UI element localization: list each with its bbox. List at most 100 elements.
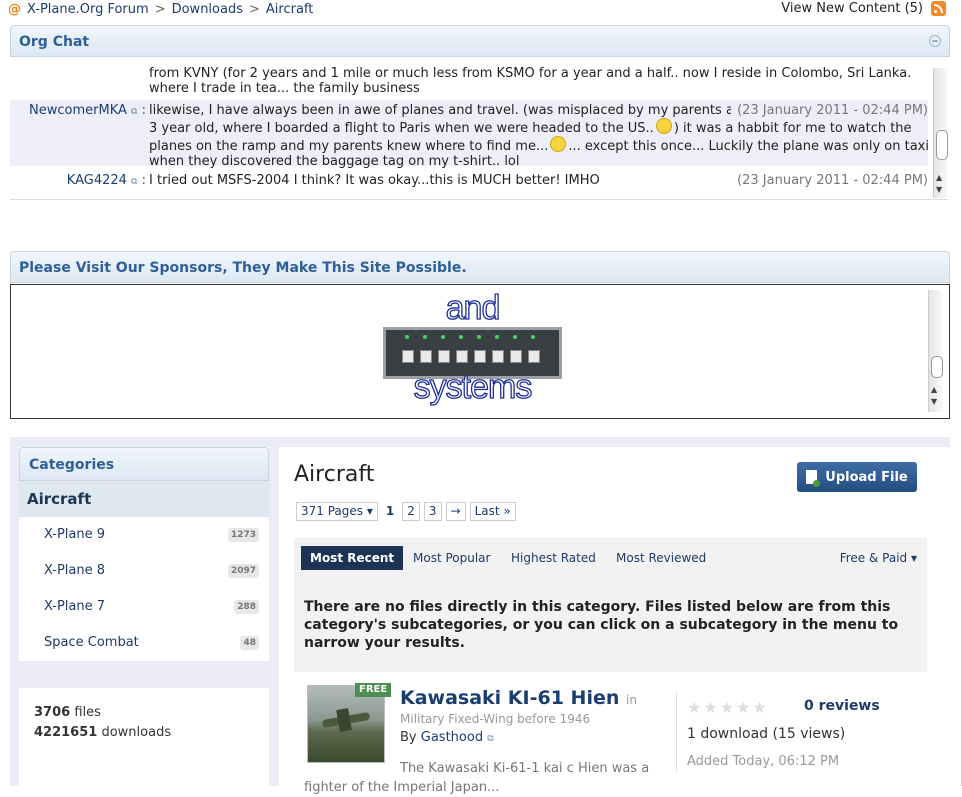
chat-message: NewcomerMKA ⧉ : likewise, I have always …: [10, 100, 929, 169]
sponsor-ad-box: and systems ▲ ▼: [10, 284, 950, 419]
chat-message: KAG4224 ⧉ : I tried out MSFS-2004 I thin…: [66, 173, 928, 188]
upload-file-button[interactable]: Upload File: [797, 462, 917, 492]
upload-icon: [806, 470, 821, 487]
plane-wing-shape: [336, 708, 352, 732]
price-filter-label: Free & Paid: [839, 551, 908, 565]
tab-most-recent[interactable]: Most Recent: [301, 546, 404, 570]
category-selected[interactable]: Aircraft: [19, 481, 269, 517]
categories-panel: Categories Aircraft X-Plane 9 1273 X-Plan…: [19, 447, 269, 661]
breadcrumb-aircraft-link[interactable]: Aircraft: [266, 2, 313, 17]
page-title: Aircraft: [294, 462, 375, 487]
grin-icon: [550, 136, 567, 152]
breadcrumb: @ X-Plane.Org Forum > Downloads > Aircra…: [8, 0, 313, 18]
file-description: The Kawasaki Ki-61-1 kai c Hien was a fi…: [304, 761, 650, 795]
total-downloads-label: downloads: [101, 725, 172, 740]
sponsors-header: Please Visit Our Sponsors, They Make Thi…: [10, 251, 950, 283]
category-label[interactable]: X-Plane 8: [44, 563, 105, 578]
chat-user-link[interactable]: NewcomerMKA: [29, 103, 127, 118]
breadcrumb-site-link[interactable]: X-Plane.Org Forum: [27, 2, 149, 17]
star-icon: ★: [752, 698, 767, 717]
external-link-icon: ⧉: [131, 107, 138, 117]
category-item[interactable]: Space Combat 48: [19, 625, 269, 661]
totals-panel: 3706 files 4221651 downloads: [19, 688, 269, 786]
page-count: 371 Pages: [301, 504, 364, 518]
review-count-link[interactable]: 0 reviews: [804, 698, 880, 714]
scroll-down-icon[interactable]: ▼: [931, 397, 937, 406]
page-current: 1: [381, 503, 399, 520]
chat-message-text: from KVNY (for 2 years and 1 mile or muc…: [149, 66, 912, 96]
next-page-button[interactable]: →: [445, 502, 466, 521]
category-count: 1273: [227, 528, 259, 542]
breadcrumb-separator: >: [154, 1, 166, 17]
tab-most-reviewed[interactable]: Most Reviewed: [616, 546, 706, 570]
org-chat-title: Org Chat: [19, 34, 90, 50]
rating-stars[interactable]: ★ ★ ★ ★ ★: [687, 698, 769, 717]
chat-scrollbar[interactable]: ▲ ▼: [933, 68, 948, 198]
chat-timestamp: (23 January 2011 - 02:44 PM): [737, 173, 928, 188]
category-label[interactable]: X-Plane 7: [44, 599, 105, 614]
star-icon: ★: [687, 698, 702, 717]
sponsor-scrollbar[interactable]: ▲ ▼: [928, 290, 943, 412]
scroll-up-icon[interactable]: ▲: [936, 173, 942, 182]
smiley-icon: [655, 118, 672, 134]
file-stats: ★ ★ ★ ★ ★ 0 reviews 1 download (15 views) Ad…: [676, 692, 937, 772]
scroll-down-icon[interactable]: ▼: [936, 185, 942, 194]
sponsor-ad-banner[interactable]: and systems: [381, 288, 564, 411]
star-icon: ★: [736, 698, 751, 717]
sort-tabs: Most Recent Most Popular Highest Rated M…: [294, 538, 927, 574]
external-link-icon: ⧉: [131, 177, 138, 187]
category-item[interactable]: X-Plane 9 1273: [19, 517, 269, 553]
category-item[interactable]: X-Plane 7 288: [19, 589, 269, 625]
category-label[interactable]: X-Plane 9: [44, 527, 105, 542]
file-category-link[interactable]: Military Fixed-Wing before 1946: [400, 712, 590, 726]
site-icon: @: [8, 1, 21, 17]
chat-message: from KVNY (for 2 years and 1 mile or muc…: [10, 66, 928, 98]
price-filter-dropdown[interactable]: Free & Paid ▾: [840, 546, 917, 570]
page-link[interactable]: 2: [402, 502, 420, 521]
ad-text-top: and: [445, 288, 501, 327]
rss-icon[interactable]: [931, 1, 946, 16]
page-link[interactable]: 3: [423, 502, 442, 521]
total-files-label: files: [74, 705, 101, 720]
file-author-line: By Gasthood ⧉: [400, 730, 494, 745]
org-chat-header: Org Chat: [10, 25, 950, 57]
ad-text-bottom: systems: [413, 367, 533, 406]
scroll-thumb[interactable]: [936, 130, 948, 160]
tab-most-popular[interactable]: Most Popular: [413, 546, 490, 570]
sponsors-title: Please Visit Our Sponsors, They Make Thi…: [19, 260, 467, 276]
category-item[interactable]: X-Plane 8 2097: [19, 553, 269, 589]
tab-highest-rated[interactable]: Highest Rated: [511, 546, 596, 570]
category-count: 288: [234, 600, 259, 614]
dropdown-icon: ▾: [910, 551, 917, 565]
chat-log: from KVNY (for 2 years and 1 mile or muc…: [10, 66, 948, 200]
page-jump-dropdown[interactable]: 371 Pages ▾: [296, 502, 378, 521]
category-label[interactable]: Space Combat: [44, 635, 139, 650]
main-content: Aircraft Upload File 371 Pages ▾ 1 2 3 →…: [279, 447, 950, 795]
download-count: 1 download (15 views): [687, 726, 846, 742]
dropdown-icon: ▾: [366, 504, 373, 518]
external-link-icon: ⧉: [487, 734, 494, 744]
total-downloads: 4221651: [34, 725, 98, 740]
view-new-content-link[interactable]: View New Content (5): [781, 1, 923, 16]
last-page-button[interactable]: Last »: [469, 502, 516, 521]
star-icon: ★: [719, 698, 735, 717]
view-new-content: View New Content (5): [781, 1, 946, 16]
chat-user-link[interactable]: KAG4224: [67, 173, 127, 188]
author-link[interactable]: Gasthood: [421, 730, 483, 745]
subcategory-notice: There are no files directly in this cate…: [294, 574, 927, 672]
scroll-thumb[interactable]: [931, 356, 943, 378]
collapse-icon[interactable]: [929, 35, 941, 47]
categories-header: Categories: [19, 447, 269, 481]
breadcrumb-downloads-link[interactable]: Downloads: [172, 2, 243, 17]
upload-label: Upload File: [825, 469, 908, 485]
by-label: By: [400, 730, 417, 745]
added-date: Added Today, 06:12 PM: [687, 754, 840, 769]
free-badge: FREE: [355, 683, 392, 697]
chat-timestamp: (23 January 2011 - 02:44 PM): [731, 103, 928, 118]
downloads-region: Categories Aircraft X-Plane 9 1273 X-Plan…: [10, 437, 950, 795]
scroll-up-icon[interactable]: ▲: [931, 385, 937, 394]
breadcrumb-separator: >: [249, 1, 260, 17]
total-files: 3706: [34, 705, 71, 720]
star-icon: ★: [703, 698, 718, 717]
file-title-link[interactable]: Kawasaki KI-61 Hien: [400, 687, 619, 709]
